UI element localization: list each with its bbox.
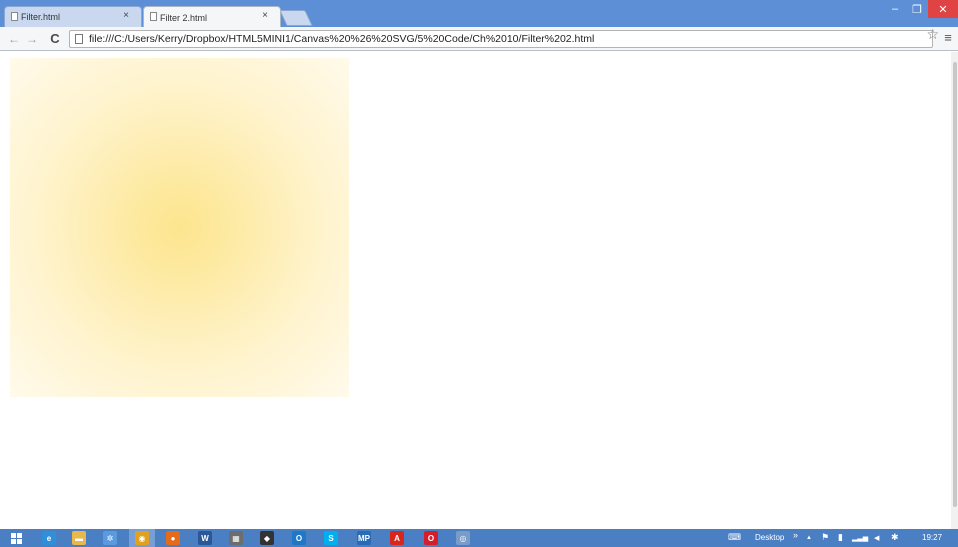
new-tab-button[interactable] [279, 10, 313, 26]
internet-explorer-icon[interactable]: e [42, 531, 56, 545]
taskbar-clock[interactable]: 19:27 [922, 533, 942, 542]
network-icon[interactable]: ✱ [891, 532, 899, 543]
reload-icon[interactable]: C [47, 30, 63, 47]
action-center-flag-icon[interactable]: ⚑ [821, 532, 829, 543]
inkscape-icon[interactable]: ◆ [260, 531, 274, 545]
window-controls: – ❐ ✕ [884, 0, 958, 18]
tab-close-icon[interactable]: × [123, 10, 129, 21]
tab-title: Filter 2.html [160, 12, 208, 23]
scrollbar-thumb[interactable] [953, 62, 957, 507]
browser-toolbar: ← → C file:///C:/Users/Kerry/Dropbox/HTM… [0, 26, 958, 51]
address-bar[interactable]: file:///C:/Users/Kerry/Dropbox/HTML5MINI… [69, 30, 933, 48]
acrobat-icon[interactable]: A [390, 531, 404, 545]
page-icon [150, 12, 157, 21]
address-url: file:///C:/Users/Kerry/Dropbox/HTML5MINI… [89, 33, 595, 45]
bookmark-star-icon[interactable]: ☆ [926, 26, 939, 43]
close-window-button[interactable]: ✕ [928, 0, 958, 18]
app-icon[interactable]: ✲ [103, 531, 117, 545]
back-arrow-icon[interactable]: ← [6, 30, 22, 47]
menu-icon[interactable]: ≡ [941, 30, 955, 45]
tab-close-icon[interactable]: × [262, 10, 268, 21]
opera-icon[interactable]: O [424, 531, 438, 545]
desktop-toolbar-label[interactable]: Desktop [755, 533, 784, 542]
windows-taskbar: e ▬ ✲ ◉ ● W ▦ ◆ O S MP A O ◎ ⌨ Desktop » ▲ ⚑ ▮ ▂▃▅ ◀ … [0, 529, 958, 547]
chrome-icon[interactable]: ◉ [135, 531, 149, 545]
page-icon [11, 12, 18, 21]
mp-icon[interactable]: MP [357, 531, 371, 545]
page-icon [75, 34, 83, 44]
forward-arrow-icon[interactable]: → [24, 30, 40, 47]
browser-tab-strip: Filter.html × Filter 2.html × – ❐ ✕ [0, 0, 958, 27]
restore-button[interactable]: ❐ [906, 0, 928, 18]
show-hidden-icons-icon[interactable]: ▲ [806, 535, 812, 541]
volume-icon[interactable]: ◀ [874, 534, 879, 542]
word-icon[interactable]: W [198, 531, 212, 545]
page-viewport [0, 52, 958, 529]
windows-start-icon[interactable] [10, 531, 23, 545]
svg-filtered-rectangle [10, 58, 349, 397]
calculator-icon[interactable]: ▦ [229, 531, 243, 545]
firefox-icon[interactable]: ● [166, 531, 180, 545]
tab-title: Filter.html [21, 12, 61, 22]
skype-icon[interactable]: S [324, 531, 338, 545]
app-icon-2[interactable]: ◎ [456, 531, 470, 545]
tab-filter-2[interactable]: Filter 2.html × [143, 6, 281, 27]
outlook-icon[interactable]: O [292, 531, 306, 545]
file-explorer-icon[interactable]: ▬ [72, 531, 86, 545]
keyboard-icon[interactable]: ⌨ [728, 532, 741, 543]
signal-strength-icon[interactable]: ▂▃▅ [852, 534, 868, 542]
tab-filter[interactable]: Filter.html × [4, 6, 142, 27]
expand-toolbar-icon[interactable]: » [793, 530, 798, 540]
minimize-button[interactable]: – [884, 0, 906, 18]
vertical-scrollbar[interactable] [951, 52, 958, 529]
battery-icon[interactable]: ▮ [838, 532, 843, 543]
